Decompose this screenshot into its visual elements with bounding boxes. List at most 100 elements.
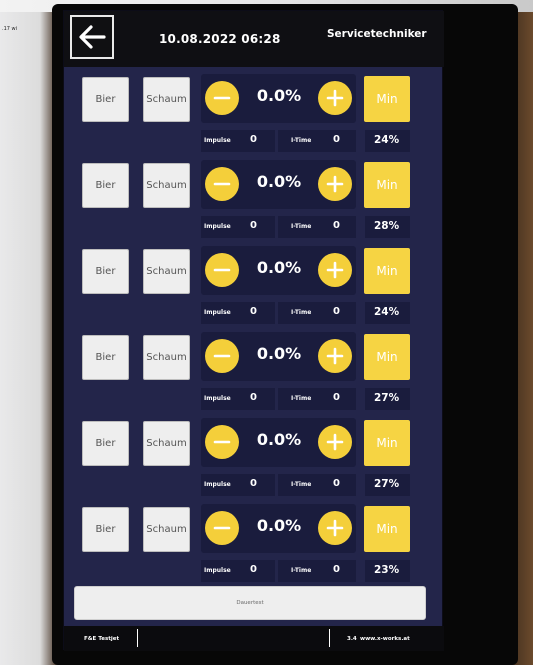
arrow-left-icon <box>79 25 106 49</box>
impulse-label: Impulse <box>204 309 231 316</box>
plus-icon <box>326 347 344 365</box>
schaum-button[interactable]: Schaum <box>143 421 190 466</box>
percent-readout: 23% <box>365 560 410 582</box>
schaum-button[interactable]: Schaum <box>143 77 190 122</box>
itime-value: 0 <box>333 478 340 489</box>
decrease-button[interactable] <box>205 81 239 115</box>
valve-row: Bier Schaum 0.0% Min Impulse 0 I-Time 0 <box>64 153 444 239</box>
itime-field: I-Time 0 <box>278 130 356 152</box>
plus-icon <box>326 89 344 107</box>
itime-value: 0 <box>333 564 340 575</box>
itime-label: I-Time <box>291 481 312 488</box>
schaum-button[interactable]: Schaum <box>143 163 190 208</box>
impulse-label: Impulse <box>204 567 231 574</box>
min-button[interactable]: Min <box>364 420 410 466</box>
impulse-label: Impulse <box>204 395 231 402</box>
valve-row: Bier Schaum 0.0% Min Impulse 0 I-Time 0 <box>64 239 444 325</box>
percent-readout: 27% <box>365 388 410 410</box>
bier-button[interactable]: Bier <box>82 507 129 552</box>
impulse-field: Impulse 0 <box>201 560 275 582</box>
decrease-button[interactable] <box>205 253 239 287</box>
decrease-button[interactable] <box>205 339 239 373</box>
impulse-field: Impulse 0 <box>201 216 275 238</box>
impulse-label: Impulse <box>204 137 231 144</box>
bier-button[interactable]: Bier <box>82 163 129 208</box>
minus-icon <box>213 354 231 358</box>
increase-button[interactable] <box>318 511 352 545</box>
min-button[interactable]: Min <box>364 506 410 552</box>
plus-icon <box>326 433 344 451</box>
increase-button[interactable] <box>318 253 352 287</box>
itime-field: I-Time 0 <box>278 474 356 496</box>
itime-value: 0 <box>333 220 340 231</box>
min-button[interactable]: Min <box>364 162 410 208</box>
itime-label: I-Time <box>291 309 312 316</box>
itime-field: I-Time 0 <box>278 216 356 238</box>
itime-field: I-Time 0 <box>278 560 356 582</box>
schaum-button[interactable]: Schaum <box>143 249 190 294</box>
itime-value: 0 <box>333 134 340 145</box>
impulse-label: Impulse <box>204 481 231 488</box>
percent-adjuster: 0.0% <box>201 246 356 295</box>
percent-value: 0.0% <box>256 172 302 191</box>
bier-button[interactable]: Bier <box>82 77 129 122</box>
percent-value: 0.0% <box>256 258 302 277</box>
impulse-field: Impulse 0 <box>201 474 275 496</box>
valve-row: Bier Schaum 0.0% Min Impulse 0 I-Time 0 <box>64 67 444 153</box>
footer-bar: F&E Testjet 3.4 www.x-works.at <box>64 626 444 651</box>
minus-icon <box>213 96 231 100</box>
percent-readout-value: 28% <box>374 220 400 232</box>
minus-icon <box>213 268 231 272</box>
min-button[interactable]: Min <box>364 334 410 380</box>
min-button[interactable]: Min <box>364 248 410 294</box>
minus-icon <box>213 526 231 530</box>
increase-button[interactable] <box>318 167 352 201</box>
percent-value: 0.0% <box>256 430 302 449</box>
percent-readout: 27% <box>365 474 410 496</box>
impulse-field: Impulse 0 <box>201 130 275 152</box>
increase-button[interactable] <box>318 425 352 459</box>
percent-readout-value: 27% <box>374 478 400 490</box>
decrease-button[interactable] <box>205 425 239 459</box>
increase-button[interactable] <box>318 81 352 115</box>
decrease-button[interactable] <box>205 511 239 545</box>
percent-readout-value: 24% <box>374 306 400 318</box>
photo-note-text: .17 wi <box>2 26 18 32</box>
impulse-field: Impulse 0 <box>201 302 275 324</box>
dauertest-button[interactable]: Dauertest <box>74 586 426 620</box>
itime-value: 0 <box>333 392 340 403</box>
itime-label: I-Time <box>291 395 312 402</box>
minus-icon <box>213 440 231 444</box>
impulse-label: Impulse <box>204 223 231 230</box>
itime-value: 0 <box>333 306 340 317</box>
bier-button[interactable]: Bier <box>82 335 129 380</box>
schaum-button[interactable]: Schaum <box>143 335 190 380</box>
impulse-value: 0 <box>250 134 257 145</box>
impulse-value: 0 <box>250 306 257 317</box>
back-button[interactable] <box>70 15 114 59</box>
percent-adjuster: 0.0% <box>201 160 356 209</box>
increase-button[interactable] <box>318 339 352 373</box>
bier-button[interactable]: Bier <box>82 421 129 466</box>
percent-adjuster: 0.0% <box>201 74 356 123</box>
impulse-value: 0 <box>250 564 257 575</box>
bier-button[interactable]: Bier <box>82 249 129 294</box>
footer-website: www.x-works.at <box>360 636 410 642</box>
itime-label: I-Time <box>291 223 312 230</box>
valve-row: Bier Schaum 0.0% Min Impulse 0 I-Time 0 <box>64 497 444 583</box>
footer-brand: F&E Testjet <box>84 636 120 642</box>
decrease-button[interactable] <box>205 167 239 201</box>
percent-readout-value: 27% <box>374 392 400 404</box>
plus-icon <box>326 175 344 193</box>
impulse-value: 0 <box>250 220 257 231</box>
minus-icon <box>213 182 231 186</box>
percent-value: 0.0% <box>256 344 302 363</box>
schaum-button[interactable]: Schaum <box>143 507 190 552</box>
percent-adjuster: 0.0% <box>201 504 356 553</box>
itime-label: I-Time <box>291 137 312 144</box>
percent-adjuster: 0.0% <box>201 418 356 467</box>
itime-field: I-Time 0 <box>278 302 356 324</box>
min-button[interactable]: Min <box>364 76 410 122</box>
header-bar: 10.08.2022 06:28 Servicetechniker <box>64 11 444 67</box>
valve-row: Bier Schaum 0.0% Min Impulse 0 I-Time 0 <box>64 411 444 497</box>
